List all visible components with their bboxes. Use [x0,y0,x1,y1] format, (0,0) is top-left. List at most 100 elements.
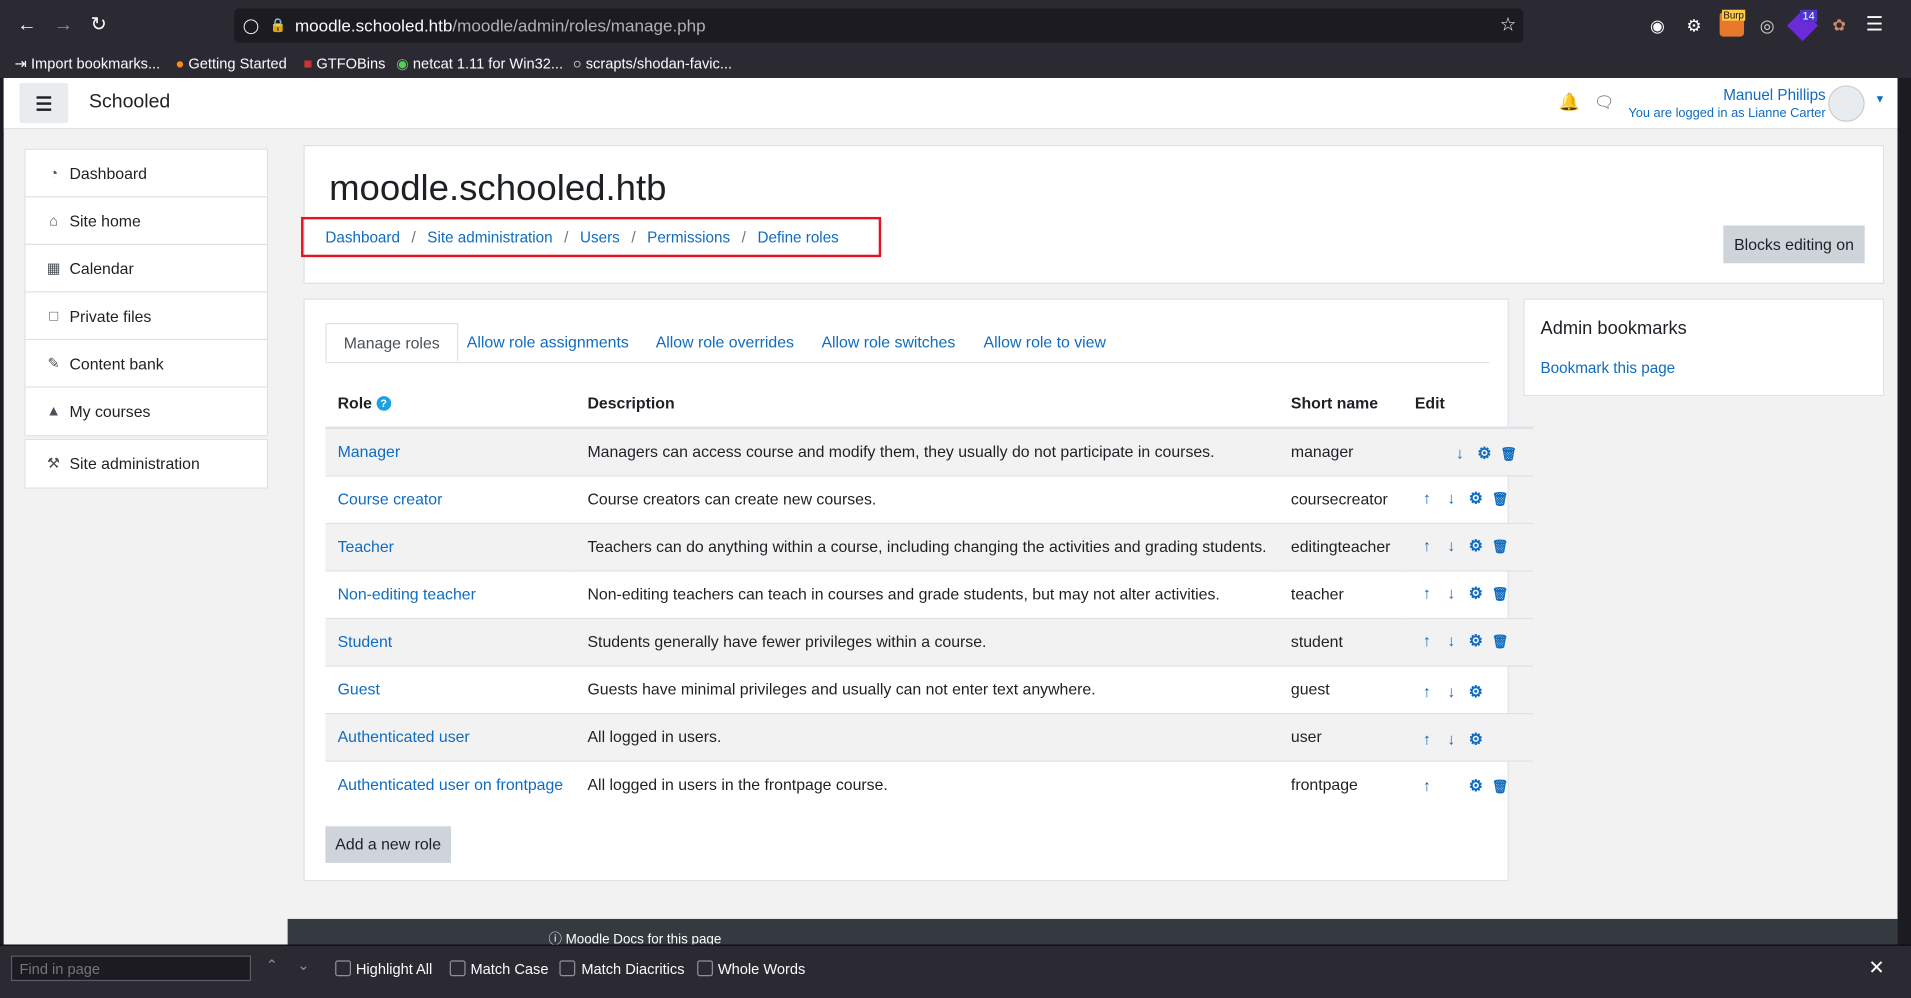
find-input[interactable] [10,955,252,982]
role-link[interactable]: Manager [338,443,401,461]
gear-icon[interactable]: ⚙ [1464,729,1488,749]
back-icon[interactable]: ← [15,13,39,37]
breadcrumb-define-roles[interactable]: Define roles [757,229,838,246]
find-previous-icon[interactable]: ⌃ [266,957,278,974]
gear-icon[interactable]: ⚙ [1464,631,1488,651]
role-link[interactable]: Teacher [338,537,394,555]
chevron-down-icon[interactable]: ▼ [1874,93,1885,105]
sidebar-item-label: Site home [69,212,141,231]
tab-allow-role-switches[interactable]: Allow role switches [804,323,972,362]
messages-icon[interactable]: 🗨 [1594,93,1614,113]
gear-icon[interactable]: ⚙ [1464,682,1488,702]
help-icon[interactable]: ? [376,396,391,411]
trash-icon[interactable]: 🗑 [1488,585,1512,605]
close-icon[interactable]: ✕ [1868,956,1884,980]
match-diacritics-checkbox[interactable] [559,960,576,977]
role-link[interactable]: Course creator [338,490,443,508]
user-menu[interactable]: Manuel Phillips You are logged in as Lia… [1612,87,1825,124]
breadcrumb-users[interactable]: Users [580,229,620,246]
hamburger-line [36,102,52,105]
bookmark-this-page-link[interactable]: Bookmark this page [1541,360,1676,377]
shield-icon[interactable]: ◯ [241,9,261,43]
arrow-down-icon[interactable]: ↓ [1439,682,1463,702]
moodle-page: Schooled 🔔 🗨 Manuel Phillips You are log… [3,78,1898,945]
trash-icon[interactable]: 🗑 [1496,445,1520,465]
role-link[interactable]: Student [338,633,393,651]
match-case-checkbox[interactable] [449,960,466,977]
sidebar-item-private-files[interactable]: □ Private files [25,293,267,341]
gear-icon[interactable]: ⚙ [1464,584,1488,604]
highlight-all-checkbox[interactable] [335,960,351,977]
arrow-up-icon[interactable]: ↑ [1415,777,1439,797]
breadcrumb-site-administration[interactable]: Site administration [427,229,552,246]
arrow-down-icon[interactable]: ↓ [1439,729,1463,749]
gear-icon[interactable]: ⚙ [1464,777,1488,797]
add-new-role-button[interactable]: Add a new role [325,826,451,863]
app-menu-icon[interactable]: ☰ [1862,13,1886,37]
tab-allow-role-assignments[interactable]: Allow role assignments [450,323,646,362]
find-next-icon[interactable]: ⌄ [297,957,309,974]
page-title: moodle.schooled.htb [329,168,667,209]
sidebar-item-my-courses[interactable]: ▲ My courses [26,388,267,436]
star-bookmark-icon[interactable]: ☆ [1500,9,1516,43]
arrow-up-icon[interactable]: ↑ [1415,536,1439,556]
role-edit-actions: ↑ ↓ ⚙ 🗑 [1402,569,1534,618]
sidebar-item-site-home[interactable]: ⌂ Site home [25,197,267,245]
gear-icon[interactable]: ⚙ [1464,489,1488,509]
arrow-up-icon[interactable]: ↑ [1415,489,1439,509]
trash-icon[interactable]: 🗑 [1488,537,1512,557]
table-row: Guest Guests have minimal privileges and … [325,664,1534,713]
bookmark-gtfobins[interactable]: ■ GTFOBins [303,52,385,74]
gear-icon[interactable]: ⚙ [1464,536,1488,556]
notifications-bell-icon[interactable]: 🔔 [1559,91,1580,112]
bookmark-getting-started[interactable]: ● Getting Started [176,52,287,74]
whole-words-checkbox[interactable] [697,960,713,977]
owl-extension-icon[interactable]: ◎ [1755,13,1779,37]
arrow-up-icon[interactable]: ↑ [1415,584,1439,604]
breadcrumb-permissions[interactable]: Permissions [647,229,730,246]
sidebar-item-calendar[interactable]: ▦ Calendar [25,245,267,293]
trash-icon[interactable]: 🗑 [1488,490,1512,510]
reload-icon[interactable]: ↻ [87,13,111,37]
arrow-down-icon[interactable]: ↓ [1439,584,1463,604]
breadcrumb-dashboard[interactable]: Dashboard [325,229,400,246]
insecure-lock-icon[interactable]: 🔒 [269,9,287,43]
arrow-up-icon[interactable]: ↑ [1415,729,1439,749]
burp-extension-icon[interactable]: Burp [1719,9,1746,37]
arrow-down-icon[interactable]: ↓ [1439,536,1463,556]
blocks-editing-button[interactable]: Blocks editing on [1723,225,1865,264]
pocket-icon[interactable]: ◉ [1645,13,1669,37]
avatar[interactable] [1828,85,1865,122]
sidebar-item-content-bank[interactable]: ✎ Content bank [25,340,267,388]
arrow-down-icon[interactable]: ↓ [1439,631,1463,651]
footer-docs-link[interactable]: ⓘ Moodle Docs for this page [548,929,721,944]
bookmark-netcat[interactable]: ◉ netcat 1.11 for Win32... [396,52,563,74]
arrow-down-icon[interactable]: ↓ [1439,489,1463,509]
tab-allow-role-to-view[interactable]: Allow role to view [966,323,1123,362]
extensions-icon[interactable]: ⚙ [1682,13,1706,37]
role-link[interactable]: Authenticated user [338,728,470,746]
gear-icon[interactable]: ⚙ [1472,444,1496,464]
url-bar[interactable]: ◯ 🔒 moodle.schooled.htb/moodle/admin/rol… [234,8,1524,43]
arrow-up-icon[interactable]: ↑ [1415,631,1439,651]
sidebar-item-dashboard[interactable]: ◔ Dashboard [25,150,267,198]
role-link[interactable]: Authenticated user on frontpage [338,775,564,793]
role-link[interactable]: Guest [338,680,380,698]
bookmark-import[interactable]: ⇥ Import bookmarks... [15,52,161,74]
forward-icon[interactable]: → [51,13,75,37]
tab-manage-roles[interactable]: Manage roles [325,322,458,362]
tab-allow-role-overrides[interactable]: Allow role overrides [639,323,811,362]
sidebar-item-label: My courses [69,402,151,421]
role-link[interactable]: Non-editing teacher [338,585,476,603]
github-icon: ○ [572,54,586,72]
trash-icon[interactable]: 🗑 [1488,778,1512,798]
arrow-down-icon[interactable]: ↓ [1448,444,1472,464]
arrow-up-icon[interactable]: ↑ [1415,682,1439,702]
cookie-extension-icon[interactable]: ✿ [1827,13,1851,37]
bookmark-shodan[interactable]: ○ scrapts/shodan-favic... [573,52,732,74]
site-name[interactable]: Schooled [89,91,170,113]
sidebar-item-site-administration[interactable]: ⚒ Site administration [26,440,267,488]
table-row: Authenticated user All logged in users. us… [325,712,1534,761]
trash-icon[interactable]: 🗑 [1488,633,1512,653]
drawer-toggle-button[interactable] [19,82,69,124]
